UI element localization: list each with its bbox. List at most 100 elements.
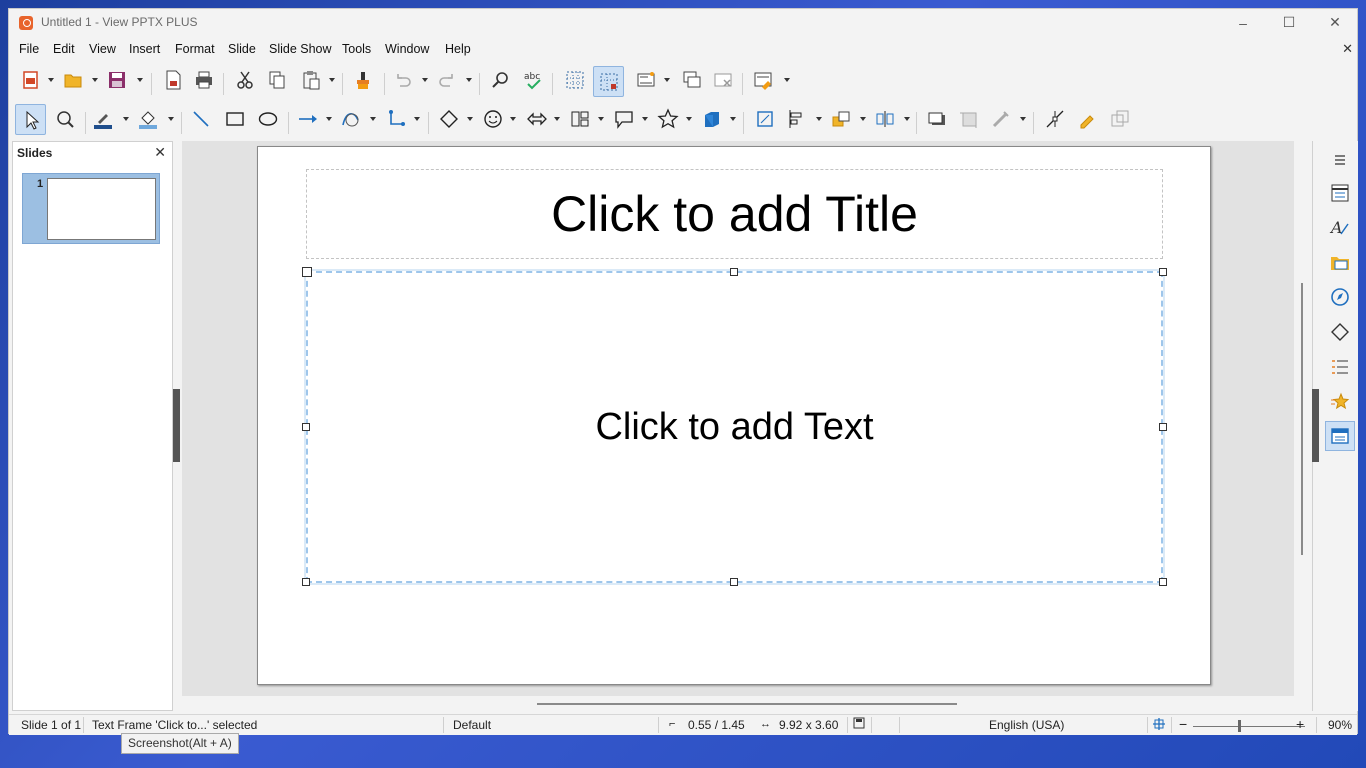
document-modified-icon[interactable] [853, 717, 865, 732]
select-pointer-icon[interactable] [15, 104, 46, 135]
filter-icon[interactable] [987, 105, 1015, 133]
connector-icon[interactable] [383, 105, 411, 133]
duplicate-slide-icon[interactable] [678, 66, 706, 94]
fit-slide-icon[interactable] [1152, 717, 1166, 734]
save-dropdown-icon[interactable] [136, 66, 144, 94]
slide-thumbnail[interactable]: 1 [22, 173, 160, 244]
fill-color-dropdown-icon[interactable] [167, 105, 175, 133]
zoom-slider-track[interactable] [1193, 726, 1305, 727]
flowchart-icon[interactable] [566, 105, 594, 133]
arrange-icon[interactable] [827, 105, 855, 133]
helplines-icon[interactable] [593, 66, 624, 97]
redo-dropdown-icon[interactable] [465, 66, 473, 94]
save-icon[interactable] [103, 66, 131, 94]
menu-view[interactable]: View [89, 42, 116, 56]
master-slides-icon[interactable] [1325, 421, 1355, 451]
menu-file[interactable]: File [19, 42, 39, 56]
arrange-dropdown-icon[interactable] [859, 105, 867, 133]
paste-icon[interactable] [297, 66, 325, 94]
language-status[interactable]: English (USA) [989, 718, 1064, 732]
fill-color-icon[interactable] [134, 105, 162, 133]
redo-icon[interactable] [433, 66, 461, 94]
flowchart-dropdown-icon[interactable] [597, 105, 605, 133]
zoom-percentage[interactable]: 90% [1328, 718, 1352, 732]
curve-tool-icon[interactable] [337, 105, 365, 133]
resize-handle-bottom-left[interactable] [302, 578, 310, 586]
minimize-button[interactable]: – [1220, 9, 1266, 36]
open-folder-icon[interactable] [59, 66, 87, 94]
vertical-scrollbar[interactable] [1301, 283, 1303, 555]
header-footer-icon[interactable] [632, 66, 660, 94]
paste-dropdown-icon[interactable] [328, 66, 336, 94]
sidebar-collapse-handle[interactable] [1312, 389, 1319, 462]
slides-pane-collapse-handle[interactable] [173, 389, 180, 462]
properties-icon[interactable] [1325, 178, 1355, 208]
print-icon[interactable] [190, 66, 218, 94]
menu-slide-show[interactable]: Slide Show [269, 42, 332, 56]
slides-pane-close-icon[interactable]: ✕ [154, 144, 166, 161]
menu-window[interactable]: Window [385, 42, 429, 56]
fontwork-icon[interactable] [1073, 105, 1101, 133]
align-dropdown-icon[interactable] [815, 105, 823, 133]
text-placeholder[interactable]: Click to add Text [304, 269, 1165, 585]
zoom-slider-thumb[interactable] [1238, 720, 1241, 732]
display-grid-icon[interactable] [561, 66, 589, 94]
toggle-extrusion-icon[interactable] [1106, 105, 1134, 133]
basic-shapes-dropdown-icon[interactable] [466, 105, 474, 133]
gallery-icon[interactable] [1325, 247, 1355, 277]
3d-objects-dropdown-icon[interactable] [729, 105, 737, 133]
block-arrows-dropdown-icon[interactable] [553, 105, 561, 133]
slide-layout-icon[interactable] [749, 66, 777, 94]
distribute-icon[interactable] [871, 105, 899, 133]
menu-slide[interactable]: Slide [228, 42, 256, 56]
maximize-button[interactable]: ☐ [1266, 9, 1312, 36]
resize-handle-top-right[interactable] [1159, 268, 1167, 276]
menu-tools[interactable]: Tools [342, 42, 371, 56]
rectangle-tool-icon[interactable] [221, 105, 249, 133]
styles-icon[interactable]: A [1325, 212, 1355, 242]
block-arrows-icon[interactable] [523, 105, 551, 133]
distribute-dropdown-icon[interactable] [903, 105, 911, 133]
undo-dropdown-icon[interactable] [421, 66, 429, 94]
align-objects-icon[interactable] [783, 105, 811, 133]
delete-slide-icon[interactable] [709, 66, 737, 94]
callout-dropdown-icon[interactable] [641, 105, 649, 133]
symbol-shapes-dropdown-icon[interactable] [509, 105, 517, 133]
basic-shapes-icon[interactable] [435, 105, 463, 133]
filter-dropdown-icon[interactable] [1019, 105, 1027, 133]
resize-handle-top[interactable] [730, 268, 738, 276]
crop-image-icon[interactable] [955, 105, 983, 133]
zoom-out-button[interactable]: − [1179, 716, 1187, 732]
arrow-line-icon[interactable] [294, 105, 322, 133]
close-document-button[interactable]: ✕ [1342, 41, 1353, 57]
undo-icon[interactable] [389, 66, 417, 94]
new-dropdown-icon[interactable] [47, 66, 55, 94]
resize-handle-bottom[interactable] [730, 578, 738, 586]
close-button[interactable]: ✕ [1312, 9, 1358, 36]
zoom-in-button[interactable]: + [1296, 716, 1304, 732]
callout-icon[interactable] [610, 105, 638, 133]
stars-dropdown-icon[interactable] [685, 105, 693, 133]
slide-thumbnail-preview[interactable] [47, 178, 156, 240]
copy-icon[interactable] [263, 66, 291, 94]
export-pdf-icon[interactable] [159, 66, 187, 94]
symbol-shapes-icon[interactable] [479, 105, 507, 133]
line-color-dropdown-icon[interactable] [122, 105, 130, 133]
line-tool-icon[interactable] [187, 105, 215, 133]
shadow-icon[interactable] [923, 105, 951, 133]
resize-handle-bottom-right[interactable] [1159, 578, 1167, 586]
menu-help[interactable]: Help [445, 42, 471, 56]
points-edit-icon[interactable] [1041, 105, 1069, 133]
title-placeholder[interactable]: Click to add Title [306, 169, 1163, 259]
resize-handle-left[interactable] [302, 423, 310, 431]
resize-handle-top-left[interactable] [302, 267, 312, 277]
curve-dropdown-icon[interactable] [369, 105, 377, 133]
spellcheck-icon[interactable]: abc [519, 66, 547, 94]
menu-edit[interactable]: Edit [53, 42, 75, 56]
3d-objects-icon[interactable] [698, 105, 726, 133]
shapes-icon[interactable] [1325, 317, 1355, 347]
slide-transition-icon[interactable] [1325, 352, 1355, 382]
connector-dropdown-icon[interactable] [413, 105, 421, 133]
slide-canvas[interactable]: Click to add Title Click to add Text [257, 146, 1211, 685]
horizontal-scrollbar[interactable] [537, 703, 957, 705]
